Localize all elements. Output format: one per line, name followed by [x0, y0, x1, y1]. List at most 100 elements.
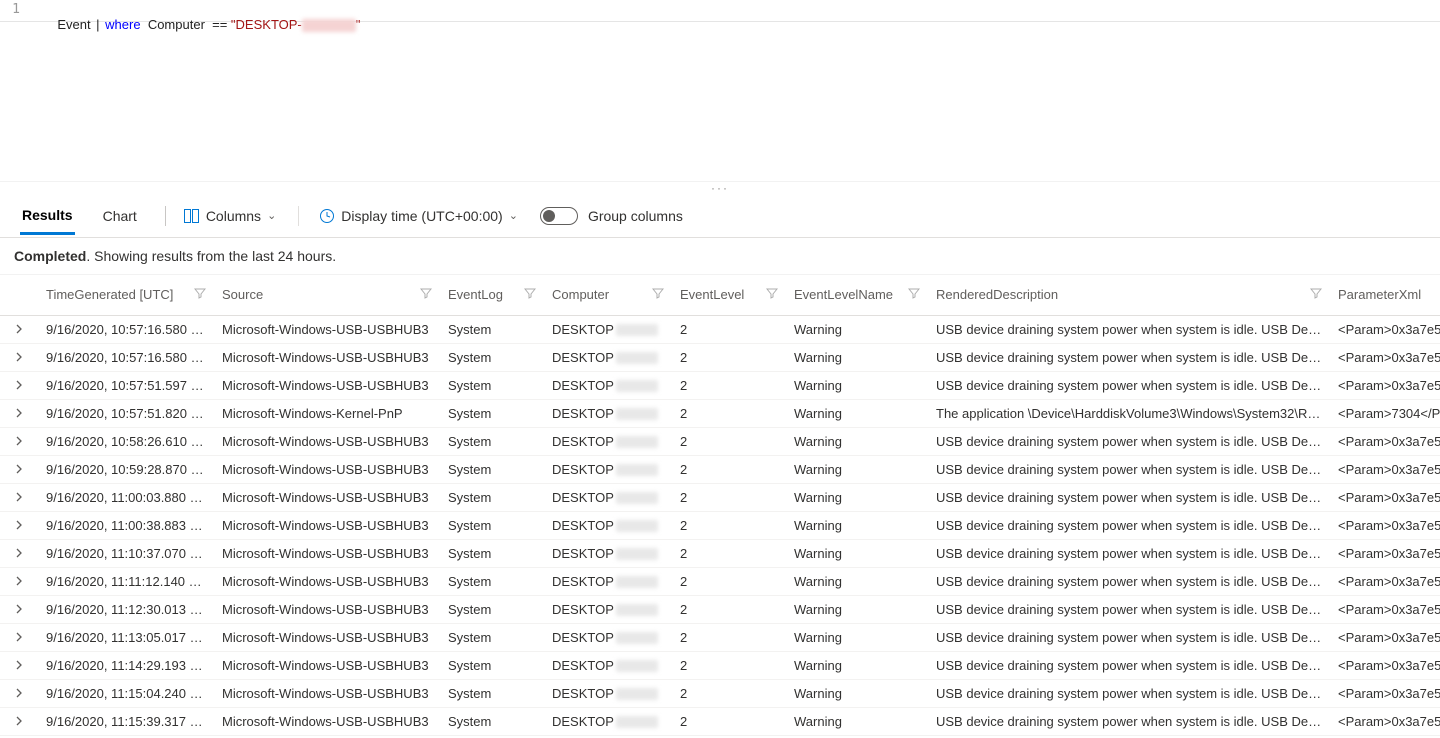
cell-source: Microsoft-Windows-USB-USBHUB3 — [214, 427, 440, 455]
filter-icon[interactable] — [420, 287, 432, 302]
status-bar: Completed. Showing results from the last… — [0, 238, 1440, 275]
expand-row-button[interactable] — [0, 343, 38, 371]
filter-icon[interactable] — [652, 287, 664, 302]
expand-row-button[interactable] — [0, 623, 38, 651]
line-number: 1 — [0, 2, 26, 19]
cell-computer: DESKTOP — [544, 371, 672, 399]
col-header-time[interactable]: TimeGenerated [UTC] — [38, 275, 214, 315]
expand-row-button[interactable] — [0, 427, 38, 455]
cell-eventlevel: 2 — [672, 427, 786, 455]
cell-eventlevelname: Warning — [786, 707, 928, 735]
cell-rendered: USB device draining system power when sy… — [928, 343, 1330, 371]
cell-paramxml: <Param>0x3a7e588 — [1330, 623, 1440, 651]
redacted-computer-name — [302, 19, 356, 32]
expand-row-button[interactable] — [0, 315, 38, 343]
cell-time: 9/16/2020, 10:57:16.580 PM — [38, 343, 214, 371]
cell-source: Microsoft-Windows-USB-USBHUB3 — [214, 651, 440, 679]
col-header-paramxml[interactable]: ParameterXml — [1330, 275, 1440, 315]
separator — [298, 206, 299, 226]
table-row: 9/16/2020, 11:15:39.317 PMMicrosoft-Wind… — [0, 707, 1440, 735]
cell-rendered: USB device draining system power when sy… — [928, 679, 1330, 707]
redacted-text — [616, 408, 658, 420]
cell-eventlog: System — [440, 539, 544, 567]
expand-row-button[interactable] — [0, 483, 38, 511]
cell-source: Microsoft-Windows-USB-USBHUB3 — [214, 707, 440, 735]
cell-source: Microsoft-Windows-USB-USBHUB3 — [214, 567, 440, 595]
display-time-button[interactable]: Display time (UTC+00:00) ⌄ — [319, 208, 518, 224]
filter-icon[interactable] — [194, 287, 206, 302]
cell-eventlog: System — [440, 595, 544, 623]
cell-computer: DESKTOP — [544, 707, 672, 735]
cell-time: 9/16/2020, 11:11:12.140 PM — [38, 567, 214, 595]
cell-paramxml: <Param>7304</Par — [1330, 399, 1440, 427]
table-row: 9/16/2020, 10:57:51.597 PMMicrosoft-Wind… — [0, 371, 1440, 399]
expand-row-button[interactable] — [0, 371, 38, 399]
redacted-text — [616, 436, 658, 448]
cell-time: 9/16/2020, 11:10:37.070 PM — [38, 539, 214, 567]
cell-paramxml: <Param>0x3a7e588 — [1330, 679, 1440, 707]
cell-time: 9/16/2020, 10:58:26.610 PM — [38, 427, 214, 455]
query-code[interactable]: Event | where Computer == "DESKTOP-" — [26, 2, 360, 19]
col-header-computer[interactable]: Computer — [544, 275, 672, 315]
cell-eventlog: System — [440, 483, 544, 511]
cell-eventlog: System — [440, 707, 544, 735]
cell-rendered: USB device draining system power when sy… — [928, 315, 1330, 343]
expand-row-button[interactable] — [0, 539, 38, 567]
cell-time: 9/16/2020, 11:15:39.317 PM — [38, 707, 214, 735]
tab-chart[interactable]: Chart — [101, 198, 139, 233]
col-header-eventlevel[interactable]: EventLevel — [672, 275, 786, 315]
table-row: 9/16/2020, 10:58:26.610 PMMicrosoft-Wind… — [0, 427, 1440, 455]
expand-row-button[interactable] — [0, 511, 38, 539]
col-header-source[interactable]: Source — [214, 275, 440, 315]
status-suffix: . Showing results from the last 24 hours… — [86, 248, 336, 264]
expand-row-button[interactable] — [0, 595, 38, 623]
cell-computer: DESKTOP — [544, 567, 672, 595]
editor-blank-area[interactable] — [0, 22, 1440, 182]
resize-handle[interactable]: ··· — [0, 182, 1440, 194]
table-header-row: TimeGenerated [UTC] Source EventLog Comp… — [0, 275, 1440, 315]
col-header-eventlevelname[interactable]: EventLevelName — [786, 275, 928, 315]
expand-row-button[interactable] — [0, 651, 38, 679]
filter-icon[interactable] — [524, 287, 536, 302]
redacted-text — [616, 464, 658, 476]
cell-eventlevel: 2 — [672, 651, 786, 679]
query-editor[interactable]: 1 Event | where Computer == "DESKTOP-" — [0, 0, 1440, 22]
redacted-text — [616, 380, 658, 392]
filter-icon[interactable] — [766, 287, 778, 302]
expand-row-button[interactable] — [0, 567, 38, 595]
columns-button[interactable]: Columns ⌄ — [184, 208, 276, 224]
chevron-down-icon: ⌄ — [509, 209, 518, 222]
cell-eventlog: System — [440, 623, 544, 651]
cell-paramxml: <Param>0x3a7e588 — [1330, 539, 1440, 567]
expand-row-button[interactable] — [0, 679, 38, 707]
expand-row-button[interactable] — [0, 455, 38, 483]
cell-paramxml: <Param>0x3a7e588 — [1330, 483, 1440, 511]
tab-results[interactable]: Results — [20, 197, 75, 235]
table-row: 9/16/2020, 11:13:05.017 PMMicrosoft-Wind… — [0, 623, 1440, 651]
filter-icon[interactable] — [1310, 287, 1322, 302]
table-row: 9/16/2020, 11:00:38.883 PMMicrosoft-Wind… — [0, 511, 1440, 539]
results-table-wrap[interactable]: TimeGenerated [UTC] Source EventLog Comp… — [0, 275, 1440, 737]
group-columns-toggle[interactable] — [540, 207, 578, 225]
cell-time: 9/16/2020, 11:15:04.240 PM — [38, 679, 214, 707]
cell-paramxml: <Param>0x3a7e51d — [1330, 343, 1440, 371]
group-columns-label: Group columns — [588, 208, 683, 224]
filter-icon[interactable] — [908, 287, 920, 302]
cell-paramxml: <Param>0x3a7e588 — [1330, 707, 1440, 735]
cell-eventlevel: 2 — [672, 455, 786, 483]
cell-computer: DESKTOP — [544, 539, 672, 567]
col-header-eventlog[interactable]: EventLog — [440, 275, 544, 315]
expand-row-button[interactable] — [0, 399, 38, 427]
cell-eventlog: System — [440, 315, 544, 343]
cell-eventlevel: 2 — [672, 343, 786, 371]
cell-paramxml: <Param>0x3a7e588 — [1330, 595, 1440, 623]
cell-eventlevel: 2 — [672, 623, 786, 651]
cell-computer: DESKTOP — [544, 595, 672, 623]
cell-computer: DESKTOP — [544, 651, 672, 679]
expand-row-button[interactable] — [0, 707, 38, 735]
cell-computer: DESKTOP — [544, 343, 672, 371]
cell-eventlevel: 2 — [672, 511, 786, 539]
col-header-rendered[interactable]: RenderedDescription — [928, 275, 1330, 315]
cell-time: 9/16/2020, 10:59:28.870 PM — [38, 455, 214, 483]
cell-eventlog: System — [440, 455, 544, 483]
